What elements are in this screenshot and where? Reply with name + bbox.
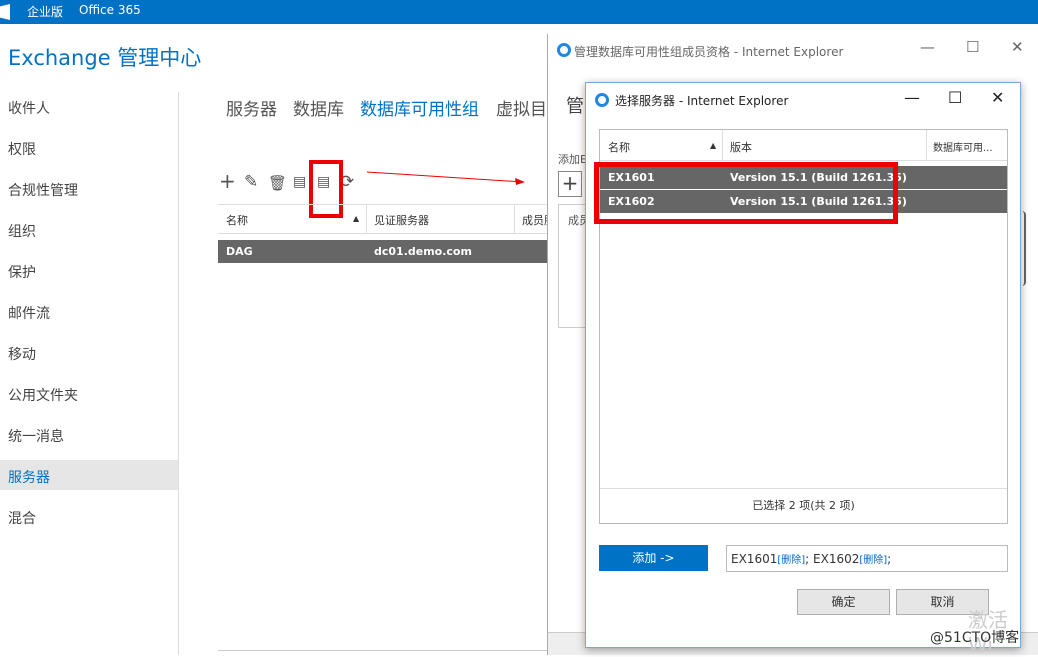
sort-asc-icon[interactable]: ▲ <box>353 214 359 223</box>
nav-item-permissions[interactable]: 权限 <box>8 139 36 159</box>
selection-count: 已选择 2 项(共 2 项) <box>600 488 1007 523</box>
watermark: @51CTO博客 <box>930 630 1020 646</box>
dag-name-cell: DAG <box>226 245 253 258</box>
nav-item-hybrid[interactable]: 混合 <box>8 508 36 528</box>
column-dag[interactable]: 数据库可用... <box>933 139 993 154</box>
highlight-box-rows <box>594 162 898 224</box>
column-divider <box>514 204 515 234</box>
close-icon[interactable]: ✕ <box>1011 38 1024 56</box>
minimize-icon[interactable]: — <box>904 88 920 107</box>
column-divider <box>926 130 927 161</box>
edition-label[interactable]: 企业版 <box>27 3 63 20</box>
column-name[interactable]: 名称 <box>608 139 630 155</box>
tab-dag[interactable]: 数据库可用性组 <box>360 95 479 120</box>
nav-item-organization[interactable]: 组织 <box>8 221 36 241</box>
add-server-button[interactable]: + <box>558 171 582 197</box>
product-label[interactable]: Office 365 <box>79 3 141 17</box>
nav-item-mobile[interactable]: 移动 <box>8 344 36 364</box>
tab-databases[interactable]: 数据库 <box>293 95 344 120</box>
annotation-arrow <box>366 171 525 185</box>
edit-icon[interactable]: ✎ <box>244 172 258 192</box>
remove-link[interactable]: [删除] <box>777 555 805 566</box>
nav-item-compliance[interactable]: 合规性管理 <box>8 180 78 200</box>
nav-divider <box>178 92 179 655</box>
dag-witness-cell: dc01.demo.com <box>374 245 472 258</box>
top-bar: 企业版 Office 365 <box>0 0 1038 24</box>
nav-item-mail-flow[interactable]: 邮件流 <box>8 303 50 323</box>
column-divider <box>722 130 723 161</box>
table-row[interactable]: DAG dc01.demo.com <box>218 240 548 263</box>
maximize-icon[interactable]: ☐ <box>948 88 962 107</box>
remove-link[interactable]: [删除] <box>859 555 887 566</box>
tab-virtual-directories[interactable]: 虚拟目 <box>496 95 547 120</box>
sort-asc-icon[interactable]: ▲ <box>710 141 716 150</box>
column-divider <box>366 204 367 234</box>
maximize-icon[interactable]: ☐ <box>966 38 979 56</box>
add-button[interactable]: 添加 -> <box>599 545 708 571</box>
separator: ; <box>887 552 892 566</box>
selected-servers-field[interactable]: EX1601[删除]; EX1602[删除]; <box>726 545 1008 572</box>
dialog-title: 选择服务器 - Internet Explorer <box>615 94 789 108</box>
nav-item-recipients[interactable]: 收件人 <box>8 98 50 118</box>
close-icon[interactable]: ✕ <box>991 88 1004 107</box>
window-title: 管理数据库可用性组成员资格 - Internet Explorer <box>574 45 844 59</box>
column-name[interactable]: 名称 <box>226 212 248 228</box>
column-witness[interactable]: 见证服务器 <box>374 212 429 228</box>
page-heading: 管 <box>566 96 584 117</box>
nav-item-servers[interactable]: 服务器 <box>8 467 50 487</box>
ie-logo-icon <box>557 43 571 57</box>
ie-logo-icon <box>595 93 609 107</box>
divider <box>218 650 548 651</box>
office-logo-icon[interactable] <box>0 4 10 20</box>
add-label: 添加E <box>558 153 587 166</box>
add-member-icon[interactable]: ▤ <box>293 174 306 190</box>
selected-item: EX1601 <box>731 552 778 566</box>
minimize-icon[interactable]: — <box>920 38 935 56</box>
tab-servers[interactable]: 服务器 <box>226 95 277 120</box>
ok-button[interactable]: 确定 <box>797 589 890 615</box>
nav-item-unified-messaging[interactable]: 统一消息 <box>8 426 64 446</box>
nav-item-protection[interactable]: 保护 <box>8 262 36 282</box>
nav-item-public-folders[interactable]: 公用文件夹 <box>8 385 78 405</box>
separator: ; <box>805 552 814 566</box>
column-version[interactable]: 版本 <box>730 139 752 155</box>
plus-icon[interactable]: + <box>219 169 236 193</box>
delete-icon[interactable]: 🗑 <box>268 174 287 192</box>
selected-item: EX1602 <box>813 552 860 566</box>
app-title: Exchange 管理中心 <box>8 46 202 70</box>
